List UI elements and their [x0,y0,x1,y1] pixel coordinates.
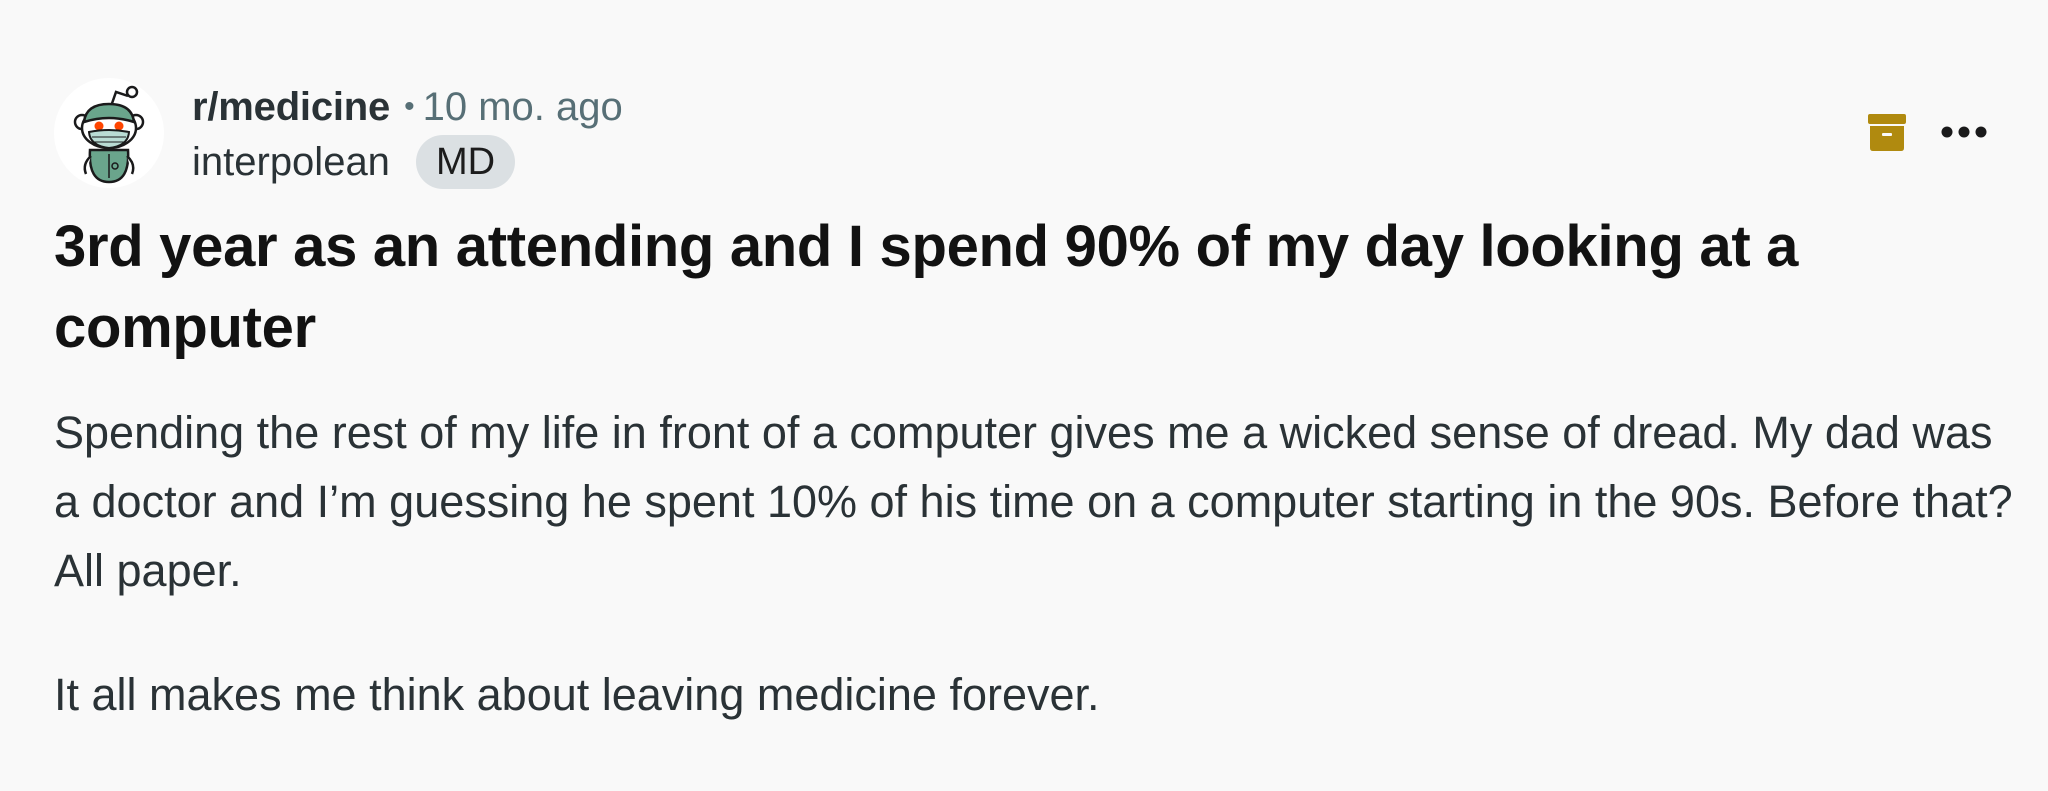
user-flair-badge: MD [415,135,516,189]
archive-icon [1868,114,1906,151]
author-username[interactable]: interpolean [192,140,390,185]
subreddit-link[interactable]: r/medicine [192,85,390,130]
snoo-doctor-icon [73,85,145,184]
post-title[interactable]: 3rd year as an attending and I spend 90%… [54,206,2014,368]
post-body-paragraph: Spending the rest of my life in front of… [54,407,2013,596]
subreddit-avatar[interactable] [54,78,164,188]
post-card: r/medicine • 10 mo. ago interpolean MD 3… [0,0,2048,791]
more-options-button[interactable] [1936,110,1992,154]
post-meta-line: r/medicine • 10 mo. ago [192,82,623,132]
meta-separator: • [404,90,415,123]
post-body-paragraph: It all makes me think about leaving medi… [54,669,1100,720]
post-timestamp: 10 mo. ago [422,84,623,129]
author-line: interpolean MD [192,134,516,190]
post-body: Spending the rest of my life in front of… [54,398,2014,729]
more-options-icon [1941,126,1987,138]
